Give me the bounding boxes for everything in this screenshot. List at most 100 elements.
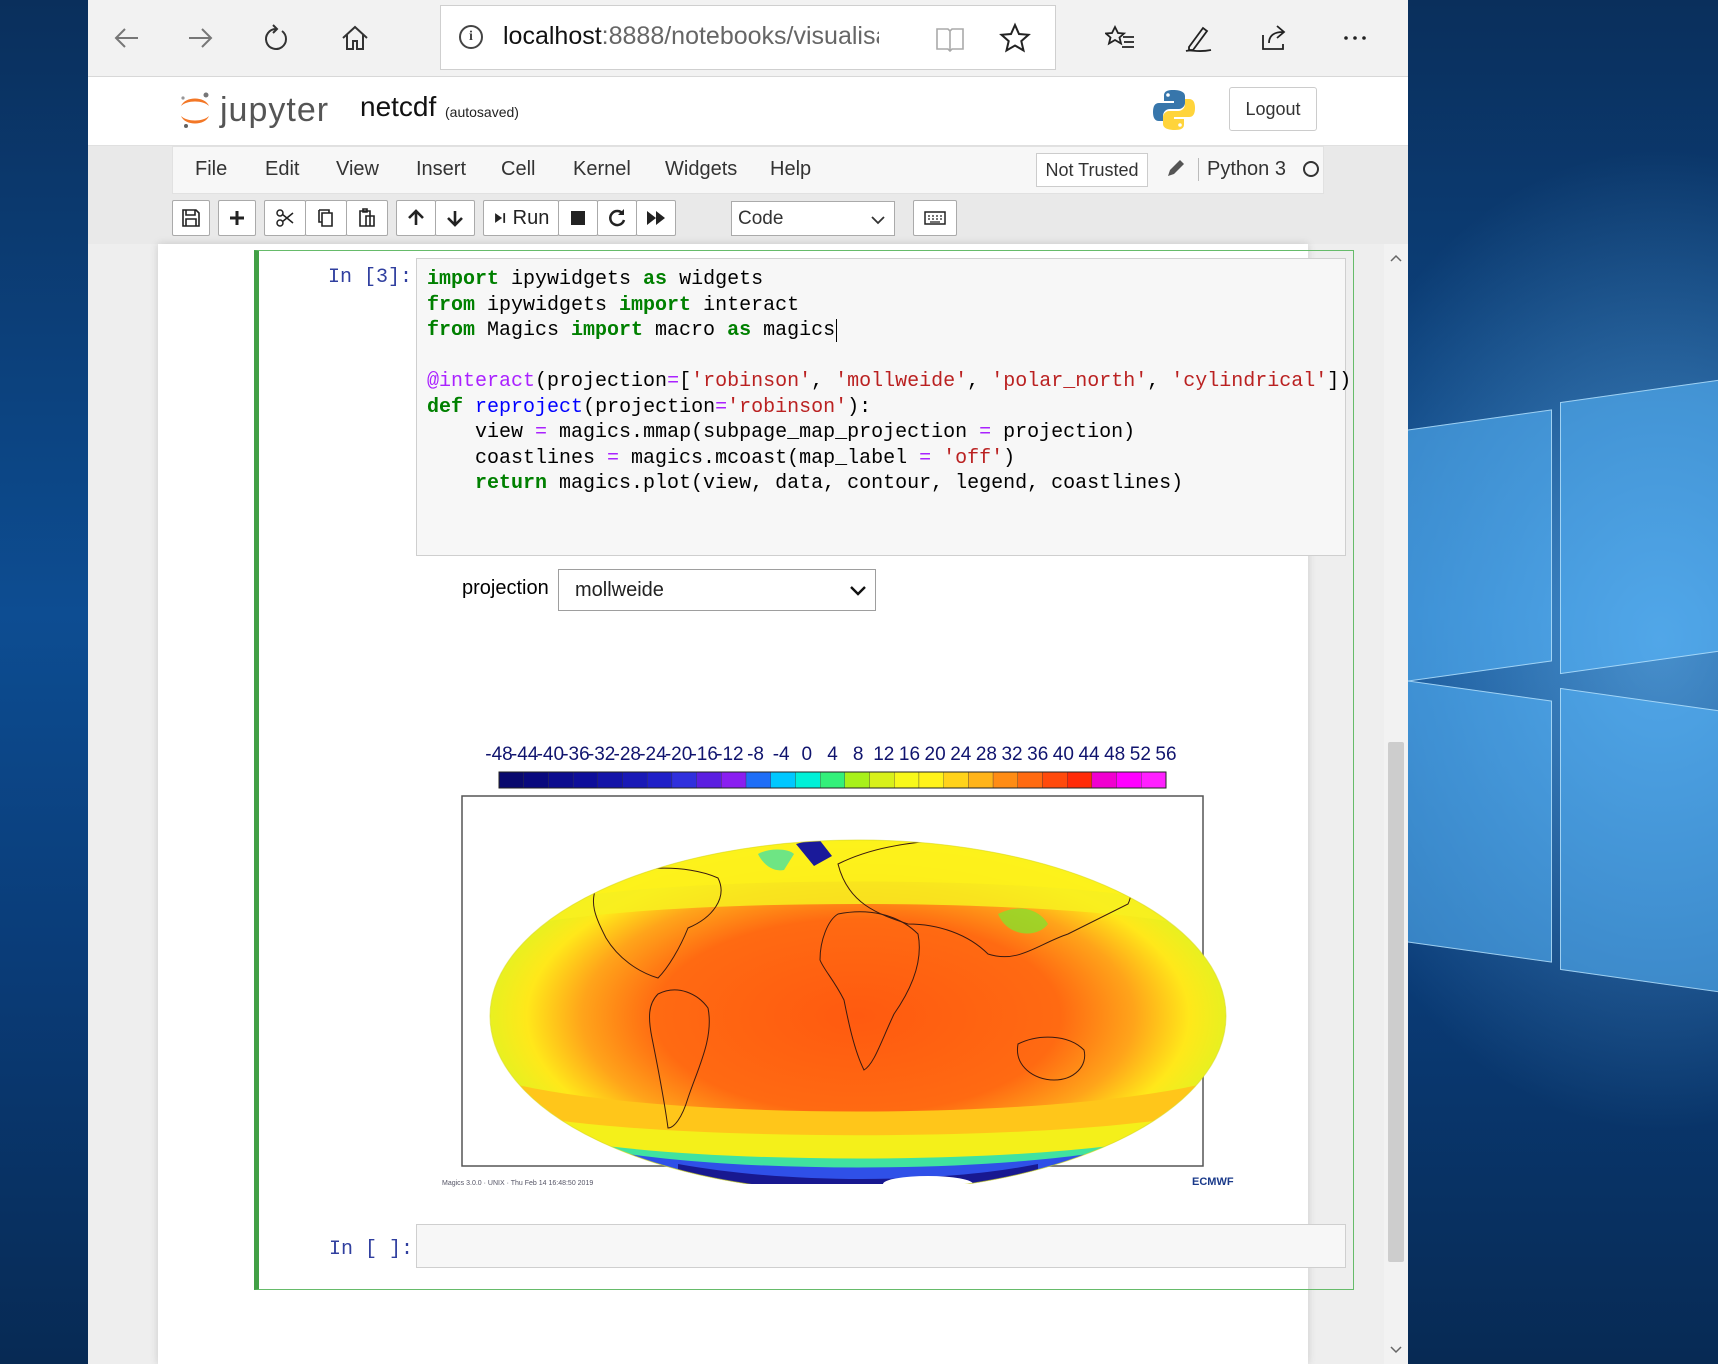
plot-output: -48 -44 -40 -36 -32 -28 -24 -20 -16 -12 -8 -4 0 4 8 12 1… <box>442 744 1248 1188</box>
colorbar-swatch <box>869 771 895 789</box>
menu-bar: File Edit View Insert Cell Kernel Widget… <box>172 146 1324 194</box>
move-down-button[interactable] <box>435 200 475 236</box>
address-bar[interactable]: i localhost:8888/notebooks/visualisa <box>440 5 1056 70</box>
empty-code-cell[interactable] <box>416 1224 1346 1268</box>
more-dots-icon <box>1344 36 1366 40</box>
kernel-name[interactable]: Python 3 <box>1198 158 1286 181</box>
colorbar-swatch <box>548 771 574 789</box>
restart-icon <box>609 209 626 227</box>
favorite-star-icon[interactable] <box>999 22 1031 54</box>
menu-insert[interactable]: Insert <box>416 158 466 181</box>
scroll-down-icon[interactable] <box>1388 1342 1404 1358</box>
menu-file[interactable]: File <box>195 158 227 181</box>
colorbar-swatch <box>844 771 870 789</box>
arrow-down-icon <box>447 211 463 227</box>
plus-icon <box>230 211 244 225</box>
back-button[interactable] <box>107 18 147 58</box>
colorbar-swatch <box>671 771 697 789</box>
colorbar-swatch <box>894 771 920 789</box>
cell-prompt: In [3]: <box>328 266 413 289</box>
copy-icon <box>318 209 333 227</box>
pen-icon <box>1185 26 1212 53</box>
run-label: Run <box>512 206 550 229</box>
colorbar-swatch <box>968 771 994 789</box>
site-info-icon[interactable]: i <box>459 25 483 49</box>
url-text[interactable]: localhost:8888/notebooks/visualisa <box>503 22 879 51</box>
run-button[interactable]: Run <box>483 200 559 236</box>
notebook-container: In [3]: import ipywidgets as widgets fro… <box>88 244 1408 1364</box>
colorbar-swatch <box>1141 771 1167 789</box>
notes-button[interactable] <box>1178 18 1218 58</box>
code-line-1: import ipywidgets as widgets <box>427 268 764 291</box>
copy-button[interactable] <box>305 200 347 236</box>
menu-cell[interactable]: Cell <box>501 158 535 181</box>
scrollbar-thumb[interactable] <box>1388 742 1404 1262</box>
windows-logo <box>1400 360 1718 1060</box>
browser-window: i localhost:8888/notebooks/visualisa jup… <box>88 0 1408 1364</box>
insert-cell-button[interactable] <box>218 200 256 236</box>
cell-type-select[interactable]: Code <box>731 201 895 236</box>
save-button[interactable] <box>172 200 210 236</box>
jupyter-orbit-icon <box>181 92 209 128</box>
menu-view[interactable]: View <box>336 158 379 181</box>
favorites-button[interactable] <box>1100 18 1140 58</box>
notebook-page: In [3]: import ipywidgets as widgets fro… <box>158 244 1354 1364</box>
autosave-status: (autosaved) <box>445 104 519 120</box>
menu-help[interactable]: Help <box>770 158 811 181</box>
chevron-down-icon <box>850 586 866 596</box>
move-up-button[interactable] <box>396 200 436 236</box>
code-line-7: view = magics.mmap(subpage_map_projectio… <box>427 421 1136 444</box>
colorbar-swatch <box>1091 771 1117 789</box>
paste-button[interactable] <box>346 200 388 236</box>
paste-icon <box>359 208 375 227</box>
arrow-right-icon <box>189 28 213 48</box>
menu-widgets[interactable]: Widgets <box>665 158 737 181</box>
colorbar-swatch <box>1116 771 1142 789</box>
colorbar-swatch <box>647 771 673 789</box>
trust-status-button[interactable]: Not Trusted <box>1036 153 1148 187</box>
notebook-scrollbar[interactable] <box>1384 244 1408 1364</box>
colorbar-swatch <box>1067 771 1093 789</box>
colorbar-swatch <box>918 771 944 789</box>
code-line-8: coastlines = magics.mcoast(map_label = '… <box>427 446 1016 470</box>
colorbar-swatch <box>498 771 524 789</box>
projection-dropdown[interactable]: mollweide <box>558 569 876 611</box>
home-icon <box>342 25 368 50</box>
stop-icon <box>571 211 585 225</box>
more-button[interactable] <box>1335 18 1375 58</box>
code-line-5: @interact(projection=['robinson', 'mollw… <box>427 370 1352 393</box>
cell-type-value: Code <box>738 208 784 229</box>
fast-forward-icon <box>647 211 665 225</box>
notebook-name[interactable]: netcdf <box>360 91 436 123</box>
reading-view-icon[interactable] <box>935 26 965 52</box>
restart-run-all-button[interactable] <box>636 200 676 236</box>
logout-button[interactable]: Logout <box>1229 87 1317 131</box>
home-button[interactable] <box>335 18 375 58</box>
colorbar <box>498 771 1167 789</box>
jupyter-logo[interactable]: jupyter <box>178 87 329 133</box>
mollweide-temperature-map <box>461 771 1227 1184</box>
arrow-up-icon <box>408 209 424 225</box>
interrupt-kernel-button[interactable] <box>558 200 598 236</box>
scroll-up-icon[interactable] <box>1388 250 1404 266</box>
code-text: import ipywidgets as widgets from ipywid… <box>427 267 1351 497</box>
colorbar-swatch <box>795 771 821 789</box>
code-line-9: return magics.plot(view, data, contour, … <box>475 472 1184 495</box>
cut-button[interactable] <box>264 200 306 236</box>
refresh-icon <box>265 24 287 50</box>
menu-edit[interactable]: Edit <box>265 158 299 181</box>
ecmwf-credit: ECMWF <box>1192 1176 1234 1188</box>
code-line-6: def reproject(projection='robinson'): <box>427 395 872 419</box>
projection-value: mollweide <box>575 579 664 601</box>
colorbar-swatch <box>572 771 598 789</box>
restart-kernel-button[interactable] <box>597 200 637 236</box>
share-button[interactable] <box>1254 18 1294 58</box>
forward-button[interactable] <box>180 18 220 58</box>
colorbar-swatch <box>523 771 549 789</box>
step-forward-icon <box>494 213 505 223</box>
refresh-button[interactable] <box>255 18 295 58</box>
code-editor[interactable]: import ipywidgets as widgets from ipywid… <box>416 258 1351 556</box>
code-line-2: from ipywidgets import interact <box>427 293 800 317</box>
menu-kernel[interactable]: Kernel <box>573 158 631 181</box>
command-palette-button[interactable] <box>913 200 957 236</box>
